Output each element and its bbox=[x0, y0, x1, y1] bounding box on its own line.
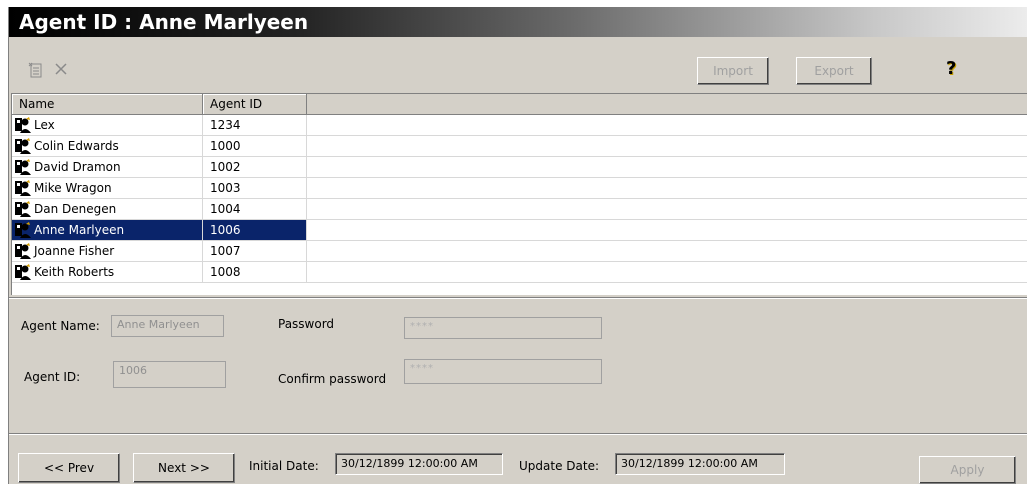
agent-id-cell[interactable]: 1004 bbox=[203, 199, 307, 219]
agent-icon bbox=[15, 138, 32, 154]
initial-date-label: Initial Date: bbox=[249, 459, 319, 473]
toolbar: Import Export ? bbox=[9, 38, 1027, 92]
agent-name-cell[interactable]: Anne Marlyeen bbox=[12, 220, 203, 240]
agent-icon bbox=[15, 222, 32, 238]
agent-name-text: Colin Edwards bbox=[34, 139, 119, 153]
agent-name-label: Agent Name: bbox=[21, 319, 100, 333]
agent-id-cell[interactable]: 1008 bbox=[203, 262, 307, 282]
password-field[interactable]: **** bbox=[404, 317, 602, 339]
agent-id-field[interactable]: 1006 bbox=[113, 361, 226, 388]
agent-id-cell[interactable]: 1006 bbox=[203, 220, 307, 240]
agent-name-text: Lex bbox=[34, 118, 55, 132]
table-row[interactable]: Colin Edwards 1000 bbox=[12, 136, 1027, 157]
agent-name-field[interactable]: Anne Marlyeen bbox=[111, 315, 224, 337]
column-header-name[interactable]: Name bbox=[12, 94, 203, 114]
confirm-password-label: Confirm password bbox=[278, 372, 387, 386]
update-date-field: 30/12/1899 12:00:00 AM bbox=[615, 453, 785, 475]
agent-name-cell[interactable]: Colin Edwards bbox=[12, 136, 203, 156]
agent-icon bbox=[15, 159, 32, 175]
section-divider bbox=[9, 297, 1027, 299]
table-row[interactable]: Lex 1234 bbox=[12, 115, 1027, 136]
confirm-password-field[interactable]: **** bbox=[404, 359, 602, 384]
table-header: Name Agent ID bbox=[12, 94, 1027, 115]
agent-icon bbox=[15, 117, 32, 133]
update-date-label: Update Date: bbox=[519, 459, 599, 473]
agent-name-cell[interactable]: Joanne Fisher bbox=[12, 241, 203, 261]
agent-id-cell[interactable]: 1000 bbox=[203, 136, 307, 156]
column-header-agent-id[interactable]: Agent ID bbox=[203, 94, 307, 114]
initial-date-field: 30/12/1899 12:00:00 AM bbox=[335, 453, 503, 475]
export-button[interactable]: Export bbox=[796, 57, 872, 85]
table-row[interactable]: Dan Denegen 1004 bbox=[12, 199, 1027, 220]
table-row[interactable]: Mike Wragon 1003 bbox=[12, 178, 1027, 199]
table-row[interactable]: David Dramon 1002 bbox=[12, 157, 1027, 178]
table-row[interactable]: Joanne Fisher 1007 bbox=[12, 241, 1027, 262]
agent-id-cell[interactable]: 1007 bbox=[203, 241, 307, 261]
prev-button[interactable]: << Prev bbox=[18, 453, 120, 483]
agent-name-cell[interactable]: Dan Denegen bbox=[12, 199, 203, 219]
agent-id-cell[interactable]: 1234 bbox=[203, 115, 307, 135]
agent-name-text: David Dramon bbox=[34, 160, 121, 174]
agent-name-cell[interactable]: Lex bbox=[12, 115, 203, 135]
agent-name-text: Keith Roberts bbox=[34, 265, 115, 279]
agent-name-text: Dan Denegen bbox=[34, 202, 117, 216]
import-button[interactable]: Import bbox=[697, 57, 769, 85]
agent-name-cell[interactable]: Mike Wragon bbox=[12, 178, 203, 198]
agent-icon bbox=[15, 243, 32, 259]
agent-id-cell[interactable]: 1002 bbox=[203, 157, 307, 177]
window-title: Agent ID : Anne Marlyeen bbox=[9, 7, 1027, 37]
agent-name-text: Anne Marlyeen bbox=[34, 223, 125, 237]
agent-id-cell[interactable]: 1003 bbox=[203, 178, 307, 198]
question-mark-icon[interactable]: ? bbox=[946, 58, 956, 79]
agent-icon bbox=[15, 201, 32, 217]
agents-table: Name Agent ID Lex 1234 Colin Edwards 1000 Da… bbox=[11, 93, 1027, 295]
delete-x-icon[interactable] bbox=[51, 61, 71, 81]
table-row[interactable]: Keith Roberts 1008 bbox=[12, 262, 1027, 283]
agent-icon bbox=[15, 180, 32, 196]
table-row[interactable]: Anne Marlyeen 1006 bbox=[12, 220, 1027, 241]
agent-id-label: Agent ID: bbox=[24, 370, 81, 384]
agent-window: Agent ID : Anne Marlyeen Import Export ?… bbox=[8, 7, 1027, 484]
next-button[interactable]: Next >> bbox=[133, 453, 235, 483]
agent-name-cell[interactable]: Keith Roberts bbox=[12, 262, 203, 282]
agent-icon bbox=[15, 264, 32, 280]
agent-name-text: Mike Wragon bbox=[34, 181, 112, 195]
new-document-icon[interactable] bbox=[26, 61, 46, 81]
footer-divider bbox=[9, 433, 1027, 435]
apply-button[interactable]: Apply bbox=[919, 456, 1016, 484]
password-label: Password bbox=[278, 317, 335, 331]
agent-name-cell[interactable]: David Dramon bbox=[12, 157, 203, 177]
agent-name-text: Joanne Fisher bbox=[34, 244, 115, 258]
